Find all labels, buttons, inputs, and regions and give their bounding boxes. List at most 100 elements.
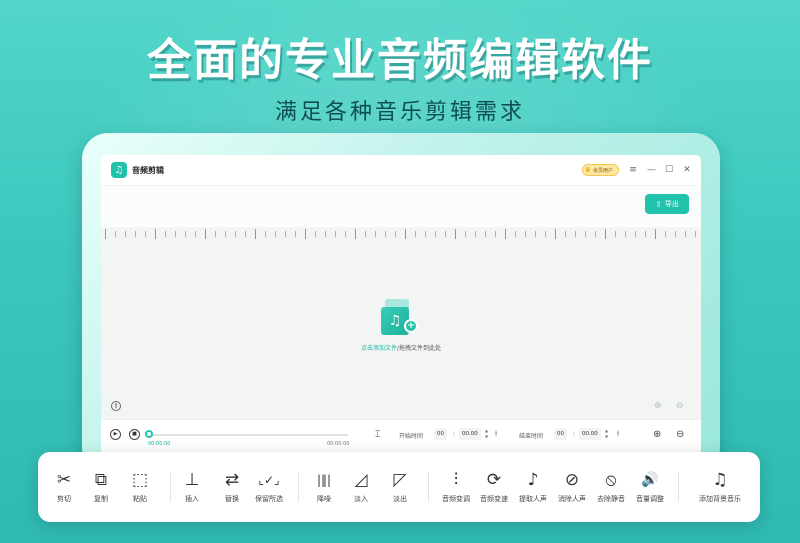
plus-icon: + <box>404 319 418 333</box>
waveform-editor[interactable]: ♫ + 点击添加文件/拖拽文件到此处 ‖ ⊕ ⊖ <box>101 227 701 419</box>
upload-icon: ⇪ <box>655 199 662 209</box>
colon-separator: : <box>573 430 576 437</box>
toolbar-divider <box>678 472 679 502</box>
start-second-field[interactable]: 00.00 <box>459 428 481 440</box>
pause-icon[interactable]: ‖ <box>111 401 121 411</box>
close-icon[interactable]: ✕ <box>683 165 691 175</box>
insert-button[interactable]: ⊥ 插入 <box>174 468 210 504</box>
remove-silence-button[interactable]: ⦸ 去除静音 <box>593 468 629 504</box>
tool-label: 消除人声 <box>558 495 586 503</box>
tool-label: 去除静音 <box>597 495 625 503</box>
total-time: 00:00:00 <box>327 441 350 447</box>
tool-label: 添加背景音乐 <box>699 495 741 503</box>
remove-vocal-button[interactable]: ⊘ 消除人声 <box>554 468 590 504</box>
keep-selected-icon: ⌞✓⌟ <box>258 473 280 487</box>
play-button[interactable]: ▶ <box>110 429 121 440</box>
copy-button[interactable]: ⧉ 复制 <box>83 468 119 504</box>
toolbar-divider <box>428 472 429 502</box>
zoom-out-icon[interactable]: ⊖ <box>676 429 684 440</box>
extract-vocal-button[interactable]: ♪ 提取人声 <box>515 468 551 504</box>
app-window: ♫ 音频剪辑 ♛ 会员用户 ≡ — ☐ ✕ ⇪ 导出 ♫ + 点击添加文件/拖拽… <box>101 155 701 455</box>
stop-button[interactable]: ■ <box>129 429 140 440</box>
end-time-stepper[interactable]: ▲ ▼ <box>605 428 608 440</box>
paste-button[interactable]: ⬚ 粘贴 <box>122 468 158 504</box>
vip-badge[interactable]: ♛ 会员用户 <box>581 164 619 176</box>
replace-button[interactable]: ⇄ 替换 <box>214 468 250 504</box>
denoise-button[interactable]: |‖| 降噪 <box>306 468 342 504</box>
volume-adjust-button[interactable]: 🔊 音量调整 <box>632 468 668 504</box>
drop-hint-rest: /拖拽文件到此处 <box>396 345 442 352</box>
tool-label: 剪切 <box>57 495 71 503</box>
zoom-in-icon[interactable]: ⊕ <box>653 429 661 440</box>
export-button[interactable]: ⇪ 导出 <box>645 194 689 214</box>
tool-label: 淡出 <box>393 495 407 503</box>
progress-handle[interactable] <box>145 430 153 438</box>
fade-in-icon: ◿ <box>354 470 368 490</box>
pitch-shift-button[interactable]: ⫶ 音频变调 <box>438 468 474 504</box>
tool-label: 提取人声 <box>519 495 547 503</box>
set-start-pin-icon[interactable]: ⍿ <box>495 429 497 439</box>
zoom-in-disabled-icon: ⊕ <box>654 401 662 411</box>
minimize-icon[interactable]: — <box>647 165 656 175</box>
tool-label: 保留所选 <box>255 495 283 503</box>
tool-label: 音量调整 <box>636 495 664 503</box>
maximize-icon[interactable]: ☐ <box>665 165 673 175</box>
tool-label: 复制 <box>94 495 108 503</box>
edit-toolbar: ✂ 剪切 ⧉ 复制 ⬚ 粘贴 ⊥ 插入 ⇄ 替换 ⌞✓⌟ 保留所选 |‖| 降噪… <box>38 452 760 522</box>
add-music-icon: ♫ <box>712 470 728 490</box>
tool-label: 音频变速 <box>480 495 508 503</box>
cut-button[interactable]: ✂ 剪切 <box>46 468 82 504</box>
replace-icon: ⇄ <box>224 470 240 490</box>
start-minute-field[interactable]: 00 <box>434 428 447 440</box>
tool-label: 替换 <box>225 495 239 503</box>
export-bar: ⇪ 导出 <box>101 185 701 227</box>
tool-label: 粘贴 <box>133 495 147 503</box>
toolbar-divider <box>298 472 299 502</box>
file-drop-zone[interactable]: ♫ + 点击添加文件/拖拽文件到此处 <box>341 299 461 369</box>
menu-icon[interactable]: ≡ <box>629 165 637 175</box>
speed-change-icon: ⟳ <box>486 470 502 490</box>
app-name: 音频剪辑 <box>132 165 164 175</box>
playback-controls: ▶ ■ 00:00:00 00:00:00 ⌶ 开始时间 00 : 00.00 … <box>101 419 701 455</box>
headline: 全面的专业音频编辑软件 <box>147 35 653 86</box>
start-time-label: 开始时间 <box>399 433 424 440</box>
tool-label: 降噪 <box>317 495 331 503</box>
selection-range-icon[interactable]: ⌶ <box>375 430 380 440</box>
volume-icon: 🔊 <box>641 472 659 488</box>
speed-change-button[interactable]: ⟳ 音频变速 <box>476 468 512 504</box>
end-minute-field[interactable]: 00 <box>554 428 567 440</box>
denoise-icon: |‖| <box>316 473 332 487</box>
crown-icon: ♛ <box>584 166 591 174</box>
add-file-icon: ♫ + <box>381 299 421 337</box>
zoom-out-disabled-icon: ⊖ <box>676 401 684 411</box>
colon-separator: : <box>453 430 456 437</box>
end-second-field[interactable]: 00.00 <box>579 428 601 440</box>
set-end-pin-icon[interactable]: ⍿ <box>617 429 619 439</box>
end-time-label: 结束时间 <box>519 433 544 440</box>
subheadline: 满足各种音乐剪辑需求 <box>274 100 525 125</box>
keep-selected-button[interactable]: ⌞✓⌟ 保留所选 <box>251 468 287 504</box>
fade-out-button[interactable]: ◸ 淡出 <box>382 468 418 504</box>
tool-label: 插入 <box>185 495 199 503</box>
music-note-icon: ♫ <box>111 162 127 178</box>
toolbar-divider <box>170 472 171 502</box>
fade-out-icon: ◸ <box>393 470 407 490</box>
progress-track[interactable] <box>148 434 348 436</box>
add-file-link[interactable]: 点击添加文件 <box>361 345 397 352</box>
start-time-stepper[interactable]: ▲ ▼ <box>485 428 488 440</box>
title-bar: ♫ 音频剪辑 ♛ 会员用户 ≡ — ☐ ✕ <box>101 155 701 185</box>
insert-icon: ⊥ <box>184 470 200 490</box>
add-bgm-button[interactable]: ♫ 添加背景音乐 <box>694 468 746 504</box>
drop-hint: 点击添加文件/拖拽文件到此处 <box>341 343 461 352</box>
remove-vocal-icon: ⊘ <box>564 470 580 490</box>
status-peek <box>100 522 700 543</box>
pitch-shift-icon: ⫶ <box>453 470 459 490</box>
fade-in-button[interactable]: ◿ 淡入 <box>343 468 379 504</box>
paste-icon: ⬚ <box>131 470 149 490</box>
extract-vocal-icon: ♪ <box>527 470 539 490</box>
current-time: 00:00:00 <box>148 441 171 447</box>
vip-label: 会员用户 <box>592 167 613 174</box>
export-label: 导出 <box>664 200 679 208</box>
scissors-icon: ✂ <box>56 470 72 490</box>
remove-silence-icon: ⦸ <box>605 470 617 490</box>
